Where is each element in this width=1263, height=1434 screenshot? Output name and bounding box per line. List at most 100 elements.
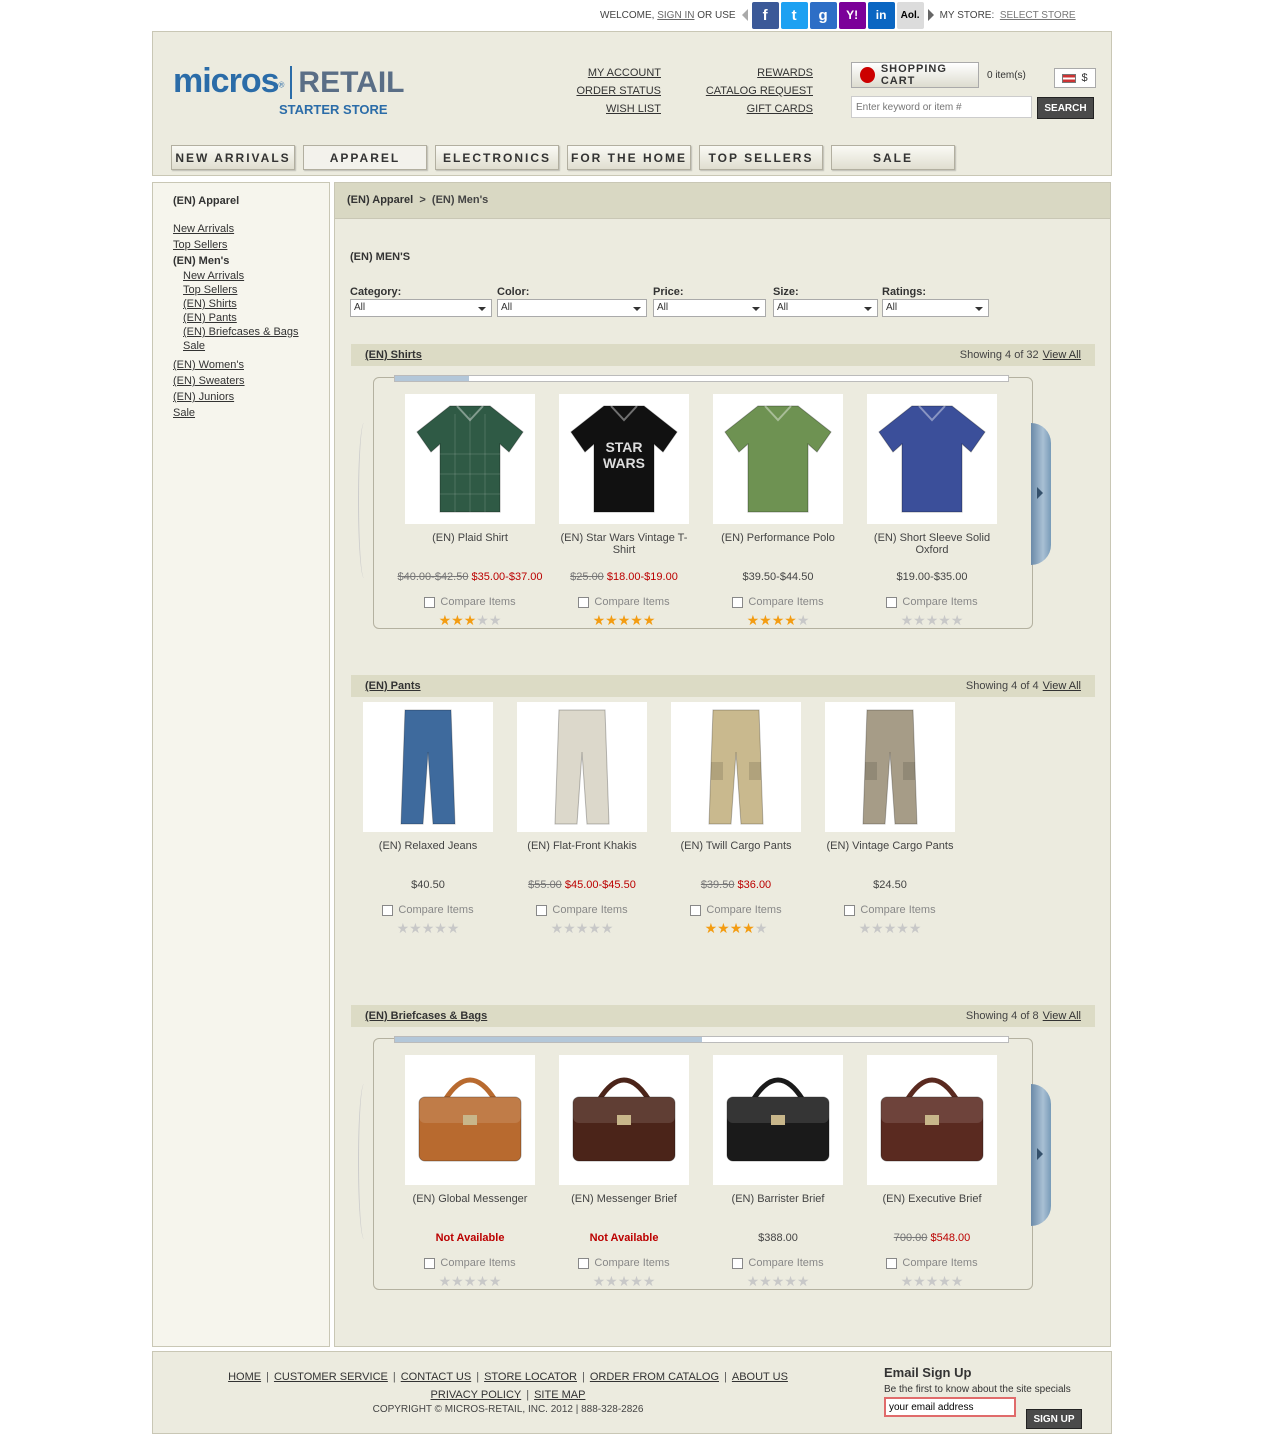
- compare-items[interactable]: Compare Items: [701, 1255, 855, 1271]
- product-card[interactable]: (EN) Short Sleeve Solid Oxford $19.00-$35…: [855, 394, 1009, 628]
- product-name[interactable]: (EN) Vintage Cargo Pants: [813, 840, 967, 870]
- product-name[interactable]: (EN) Short Sleeve Solid Oxford: [855, 532, 1009, 562]
- compare-checkbox[interactable]: [578, 596, 590, 608]
- product-card[interactable]: (EN) Flat-Front Khakis $55.00 $45.00-$45.…: [505, 702, 659, 936]
- product-image[interactable]: [517, 702, 647, 832]
- facebook-icon[interactable]: f: [751, 1, 779, 29]
- product-image[interactable]: [825, 702, 955, 832]
- product-name[interactable]: (EN) Global Messenger: [393, 1193, 547, 1223]
- carousel-next-button[interactable]: [1031, 423, 1051, 565]
- compare-checkbox[interactable]: [382, 904, 394, 916]
- product-card[interactable]: STAR WARS (EN) Star Wars Vintage T-Shirt $2…: [547, 394, 701, 628]
- filter-select[interactable]: All: [882, 299, 989, 317]
- compare-checkbox[interactable]: [536, 904, 548, 916]
- sidebar-item[interactable]: (EN) Shirts: [173, 297, 329, 311]
- footer-link-store-locator[interactable]: STORE LOCATOR: [484, 1371, 577, 1383]
- product-card[interactable]: (EN) Barrister Brief $388.00 Compare Items…: [701, 1055, 855, 1289]
- product-image[interactable]: [363, 702, 493, 832]
- product-name[interactable]: (EN) Twill Cargo Pants: [659, 840, 813, 870]
- nav-tab-apparel[interactable]: APPAREL: [303, 145, 427, 170]
- product-card[interactable]: (EN) Global Messenger Not Available Compar…: [393, 1055, 547, 1289]
- view-all-link[interactable]: View All: [1043, 349, 1081, 361]
- view-all-link[interactable]: View All: [1043, 1010, 1081, 1022]
- filter-select[interactable]: All: [497, 299, 647, 317]
- compare-items[interactable]: Compare Items: [505, 902, 659, 918]
- sidebar-item[interactable]: Sale: [173, 405, 329, 421]
- product-image[interactable]: [867, 394, 997, 524]
- product-card[interactable]: (EN) Executive Brief 700.00 $548.00 Compar…: [855, 1055, 1009, 1289]
- sidebar-item[interactable]: (EN) Juniors: [173, 389, 329, 405]
- google-icon[interactable]: g: [809, 1, 837, 29]
- product-image[interactable]: [405, 394, 535, 524]
- sidebar-item[interactable]: (EN) Sweaters: [173, 373, 329, 389]
- compare-checkbox[interactable]: [886, 1257, 898, 1269]
- footer-link-contact-us[interactable]: CONTACT US: [401, 1371, 472, 1383]
- footer-link-customer-service[interactable]: CUSTOMER SERVICE: [274, 1371, 388, 1383]
- footer-link-privacy-policy[interactable]: PRIVACY POLICY: [431, 1389, 522, 1401]
- compare-items[interactable]: Compare Items: [855, 1255, 1009, 1271]
- product-card[interactable]: (EN) Messenger Brief Not Available Compare…: [547, 1055, 701, 1289]
- nav-tab-electronics[interactable]: ELECTRONICS: [435, 145, 559, 170]
- sidebar-item[interactable]: (EN) Briefcases & Bags: [173, 325, 329, 339]
- sign-in-link[interactable]: SIGN IN: [657, 10, 694, 21]
- footer-link-site-map[interactable]: SITE MAP: [534, 1389, 585, 1401]
- nav-tab-for-the-home[interactable]: FOR THE HOME: [567, 145, 691, 170]
- site-logo[interactable]: micros® RETAIL STARTER STORE: [173, 62, 405, 117]
- compare-checkbox[interactable]: [424, 596, 436, 608]
- catalog-request-link[interactable]: CATALOG REQUEST: [693, 82, 813, 100]
- gift-cards-link[interactable]: GIFT CARDS: [693, 100, 813, 118]
- compare-items[interactable]: Compare Items: [393, 1255, 547, 1271]
- product-name[interactable]: (EN) Performance Polo: [701, 532, 855, 562]
- product-card[interactable]: (EN) Relaxed Jeans $40.50 Compare Items ★★★…: [351, 702, 505, 936]
- email-input[interactable]: [884, 1397, 1016, 1417]
- currency-selector[interactable]: $: [1054, 68, 1096, 88]
- nav-tab-top-sellers[interactable]: TOP SELLERS: [699, 145, 823, 170]
- product-image[interactable]: STAR WARS: [559, 394, 689, 524]
- carousel-next-button[interactable]: [1031, 1084, 1051, 1226]
- breadcrumb-root[interactable]: (EN) Apparel: [347, 194, 413, 206]
- compare-checkbox[interactable]: [690, 904, 702, 916]
- compare-items[interactable]: Compare Items: [813, 902, 967, 918]
- my-account-link[interactable]: MY ACCOUNT: [573, 64, 661, 82]
- select-store-link[interactable]: SELECT STORE: [1000, 10, 1076, 21]
- footer-link-home[interactable]: HOME: [228, 1371, 261, 1383]
- product-card[interactable]: (EN) Plaid Shirt $40.00-$42.50 $35.00-$37…: [393, 394, 547, 628]
- compare-items[interactable]: Compare Items: [701, 594, 855, 610]
- product-name[interactable]: (EN) Flat-Front Khakis: [505, 840, 659, 870]
- section-title-link[interactable]: (EN) Pants: [365, 680, 421, 692]
- sidebar-item[interactable]: (EN) Women's: [173, 357, 329, 373]
- footer-link-order-from-catalog[interactable]: ORDER FROM CATALOG: [590, 1371, 719, 1383]
- carousel-scrollbar-thumb[interactable]: [395, 376, 469, 381]
- compare-items[interactable]: Compare Items: [351, 902, 505, 918]
- sidebar-item[interactable]: New Arrivals: [173, 221, 329, 237]
- sidebar-item[interactable]: Top Sellers: [173, 237, 329, 253]
- product-image[interactable]: [671, 702, 801, 832]
- yahoo-icon[interactable]: Y!: [838, 1, 866, 29]
- product-name[interactable]: (EN) Relaxed Jeans: [351, 840, 505, 870]
- search-button[interactable]: SEARCH: [1037, 97, 1094, 119]
- product-name[interactable]: (EN) Star Wars Vintage T-Shirt: [547, 532, 701, 562]
- compare-items[interactable]: Compare Items: [393, 594, 547, 610]
- product-image[interactable]: [867, 1055, 997, 1185]
- twitter-icon[interactable]: t: [780, 1, 808, 29]
- product-name[interactable]: (EN) Barrister Brief: [701, 1193, 855, 1223]
- sign-up-button[interactable]: SIGN UP: [1026, 1409, 1082, 1429]
- order-status-link[interactable]: ORDER STATUS: [573, 82, 661, 100]
- carousel-scrollbar[interactable]: [394, 1036, 1009, 1043]
- compare-checkbox[interactable]: [732, 596, 744, 608]
- compare-checkbox[interactable]: [424, 1257, 436, 1269]
- nav-tab-new-arrivals[interactable]: NEW ARRIVALS: [171, 145, 295, 170]
- compare-checkbox[interactable]: [886, 596, 898, 608]
- compare-checkbox[interactable]: [732, 1257, 744, 1269]
- compare-items[interactable]: Compare Items: [547, 1255, 701, 1271]
- product-name[interactable]: (EN) Messenger Brief: [547, 1193, 701, 1223]
- section-title-link[interactable]: (EN) Shirts: [365, 349, 422, 361]
- footer-link-about-us[interactable]: ABOUT US: [732, 1371, 788, 1383]
- section-title-link[interactable]: (EN) Briefcases & Bags: [365, 1010, 487, 1022]
- product-image[interactable]: [559, 1055, 689, 1185]
- shopping-cart-button[interactable]: SHOPPING CART: [851, 62, 979, 88]
- compare-checkbox[interactable]: [844, 904, 856, 916]
- sidebar-item[interactable]: Top Sellers: [173, 283, 329, 297]
- product-card[interactable]: (EN) Twill Cargo Pants $39.50 $36.00 Compa…: [659, 702, 813, 936]
- product-image[interactable]: [713, 394, 843, 524]
